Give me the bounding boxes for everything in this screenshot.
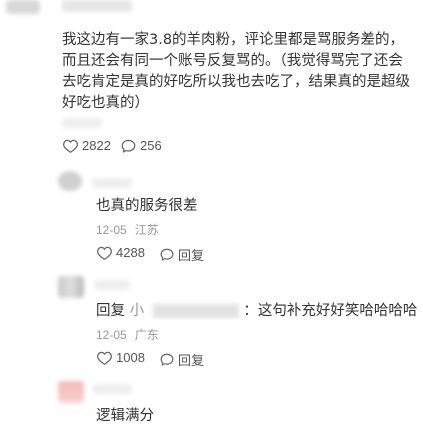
reply1-reply-label: 回复: [178, 248, 205, 263]
main-comment-meta-blur: [62, 118, 102, 128]
reply2-reply-button[interactable]: 回复: [160, 350, 204, 369]
reply3-username[interactable]: [92, 384, 132, 394]
reply1-avatar[interactable]: [58, 171, 82, 191]
reply1-location: 江苏: [134, 223, 159, 237]
main-comment-button[interactable]: 256: [121, 138, 162, 153]
reply2-like-button[interactable]: 1008: [97, 350, 145, 365]
main-comment-text: 我这边有一家3.8的羊肉粉，评论里都是骂服务差的，而且还会有同一个账号反复骂的。…: [62, 32, 410, 111]
comment-bubble-icon: [121, 139, 136, 153]
reply2-username[interactable]: [94, 280, 130, 290]
reply2-reply-label: 回复: [178, 353, 205, 368]
reply2-text: ：这句补充好好笑哈哈哈哈: [243, 303, 418, 319]
reply1-date: 12-05: [96, 223, 127, 237]
reply1-like-count: 4288: [116, 245, 145, 260]
reply3-text: 逻辑满分: [96, 408, 154, 424]
comment-bubble-icon: [160, 248, 174, 261]
heart-icon: [97, 351, 112, 365]
heart-icon: [97, 246, 112, 260]
reply1-text: 也真的服务很差: [96, 198, 198, 214]
reply2-location: 广东: [134, 328, 159, 342]
comment-bubble-icon: [160, 353, 174, 366]
heart-icon: [63, 139, 78, 153]
reply2-text-line: 回复 小 ：这句补充好好笑哈哈哈哈: [96, 299, 417, 320]
main-user-avatar[interactable]: [6, 0, 40, 14]
reply1-username[interactable]: [92, 178, 132, 188]
main-like-button[interactable]: 2822: [63, 138, 111, 153]
reply2-prefix: 回复: [96, 303, 125, 319]
reply2-meta: 12-05 广东: [96, 326, 159, 343]
reply1-meta: 12-05 江苏: [96, 221, 159, 238]
reply2-avatar[interactable]: [58, 276, 84, 298]
reply2-target-username[interactable]: [152, 304, 239, 318]
reply3-avatar[interactable]: [58, 381, 84, 403]
main-like-count: 2822: [82, 138, 111, 153]
reply2-like-count: 1008: [116, 350, 145, 365]
main-comment-count: 256: [140, 138, 162, 153]
reply2-date: 12-05: [96, 328, 127, 342]
main-user-name[interactable]: [62, 0, 132, 12]
reply1-reply-button[interactable]: 回复: [160, 245, 204, 264]
reply2-target-initial: 小: [129, 303, 145, 319]
reply1-like-button[interactable]: 4288: [97, 245, 145, 260]
